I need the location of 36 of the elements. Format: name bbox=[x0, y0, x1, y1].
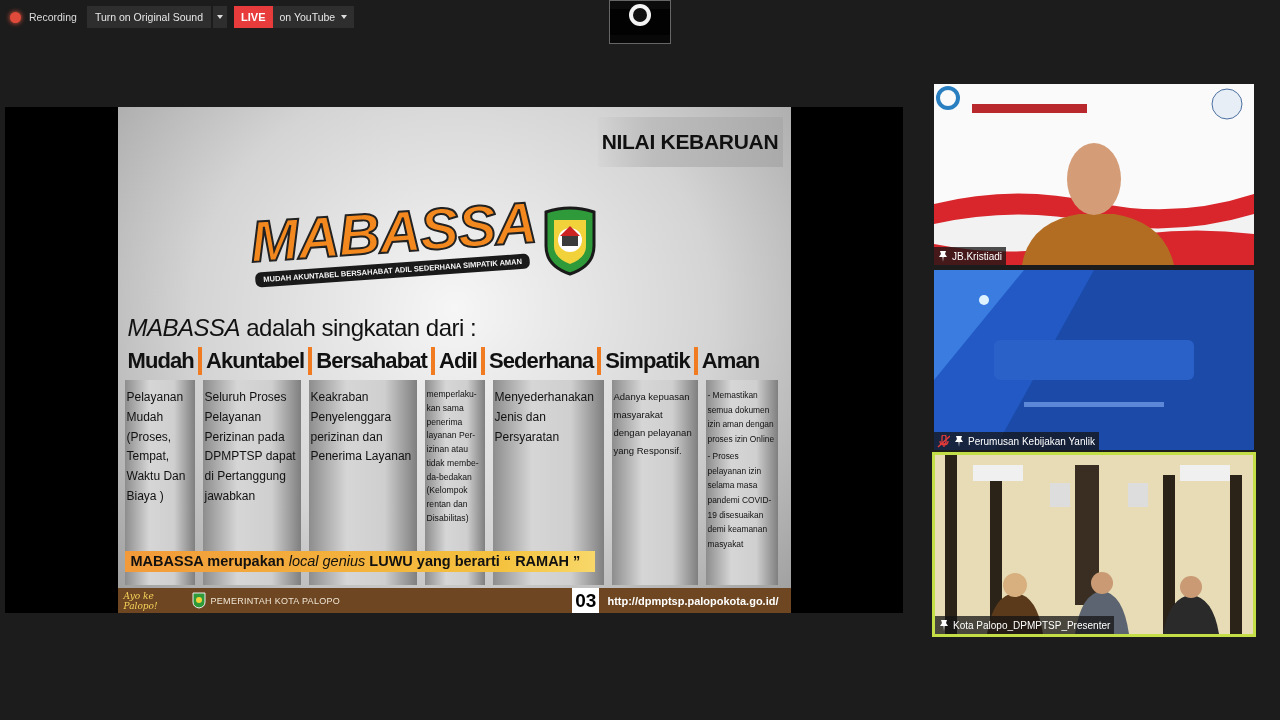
slide-banner: MABASSA merupakan local genius LUWU yang berarti “ RAMAH ” bbox=[124, 551, 595, 572]
page-number: 03 bbox=[572, 588, 600, 613]
value-word: Akuntabel bbox=[197, 347, 309, 375]
recording-icon bbox=[10, 11, 21, 23]
value-word: Aman bbox=[693, 347, 764, 375]
value-word: Bersahabat bbox=[308, 347, 431, 375]
emblem-icon bbox=[542, 205, 599, 276]
slide-heading: MABASSA adalah singkatan dari : bbox=[126, 313, 478, 343]
value-word: Simpatik bbox=[597, 347, 694, 375]
slogan: Ayo ke Palopo! bbox=[123, 590, 159, 611]
caret-icon bbox=[216, 14, 225, 20]
government-name: PEMERINTAH KOTA PALOPO bbox=[210, 595, 341, 606]
value-description: Seluruh Proses Pelayanan Perizinan pada DPMPTSP dapat di Pertanggung jawabkan bbox=[204, 389, 297, 505]
value-description: Keakraban Penyelenggara perizinan dan Penerima Layanan bbox=[310, 389, 413, 466]
value-word: Mudah bbox=[127, 347, 195, 375]
value-word: Adil bbox=[431, 347, 481, 375]
website-url: http://dpmptsp.palopokota.go.id/ bbox=[606, 594, 780, 607]
emblem-icon bbox=[191, 592, 206, 609]
value-word: Sederhana bbox=[480, 347, 598, 375]
caret-icon bbox=[340, 14, 349, 20]
original-sound-button[interactable]: Turn on Original Sound bbox=[86, 6, 212, 28]
value-description: - Memastikan semua dokumen izin aman dengan proses izin Online bbox=[707, 389, 776, 447]
live-badge: LIVE bbox=[234, 6, 273, 28]
live-stream-button[interactable]: LIVE on YouTube bbox=[234, 6, 355, 28]
value-description: Pelayanan Mudah (Proses, Tempat, Waktu Dan Biaya ) bbox=[126, 389, 187, 505]
live-target: on YouTube bbox=[278, 11, 337, 23]
value-description: memperlaku-kan sama penerima layanan Per-izinan atau tidak membe-da-bedakan (Kelompok rentan dan Disabilitas) bbox=[426, 388, 480, 525]
recording-label: Recording bbox=[29, 11, 77, 23]
participant-name: Kota Palopo_DPMPTSP_Presenter bbox=[953, 619, 1111, 631]
slide-title: NILAI KEBARUAN bbox=[597, 117, 783, 167]
dropdown-button[interactable] bbox=[213, 6, 228, 28]
value-description: Adanya kepuasan masyarakat dengan pelayanan yang Responsif. bbox=[613, 390, 693, 459]
value-description: - Proses pelayanan izin selama masa pandemi COVID-19 disesuaikan demi keamanan masyakat bbox=[707, 449, 773, 552]
participant-name: JB.Kristiadi bbox=[952, 250, 1002, 262]
value-description: Menyederhanakan Jenis dan Persyaratan bbox=[494, 389, 595, 446]
participant-name: Perumusan Kebijakan Yanlik bbox=[968, 435, 1095, 447]
